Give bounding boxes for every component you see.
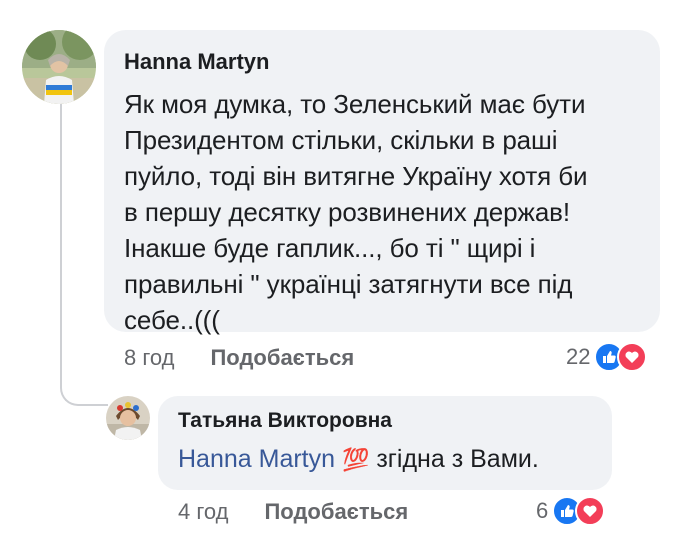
reply-reaction-summary[interactable]: 6 <box>536 494 606 528</box>
comment-text-line: Як моя думка, то Зеленський має бути <box>124 89 586 119</box>
reply-avatar-photo <box>106 396 150 440</box>
comment-text-line: правильні " українці затягнути все під <box>124 269 573 299</box>
reply-author[interactable]: Татьяна Викторовна <box>178 408 592 434</box>
mention-link[interactable]: Hanna Martyn <box>178 445 335 473</box>
comment-text-line: пуйло, тоді він витягне Україну хотя би <box>124 161 588 191</box>
reply-reaction-icons <box>552 496 606 526</box>
reply-bubble: Татьяна Викторовна Hanna Martyn 💯 згідна… <box>158 396 612 490</box>
comment-actions: 8 год Подобається <box>124 342 354 374</box>
reply-timestamp[interactable]: 4 год <box>178 499 228 525</box>
avatar-photo <box>22 30 96 104</box>
reply-text-body: згідна з Вами. <box>369 445 539 473</box>
comment-timestamp[interactable]: 8 год <box>124 345 174 371</box>
reply-avatar[interactable] <box>106 396 150 440</box>
comment-text-line: в першу десятку розвинених держав! <box>124 197 571 227</box>
comment-author[interactable]: Hanna Martyn <box>124 48 640 76</box>
reply-text: Hanna Martyn 💯 згідна з Вами. <box>178 442 592 477</box>
comment-text-line: себе..((( <box>124 305 220 335</box>
reaction-icons <box>594 342 648 372</box>
comment-text-line: Президентом стільки, скільки в раші <box>124 125 558 155</box>
thread-line <box>60 92 108 406</box>
love-icon <box>617 342 648 372</box>
comment-text-line: Інакше буде гаплик..., бо ті " щирі і <box>124 233 536 263</box>
reaction-summary[interactable]: 22 <box>566 340 648 374</box>
reply-like-button[interactable]: Подобається <box>264 499 408 525</box>
comment-bubble: Hanna Martyn Як моя думка, то Зеленський… <box>104 30 660 335</box>
avatar[interactable] <box>22 30 96 104</box>
comment-text: Як моя думка, то Зеленський має бути Пре… <box>124 86 640 338</box>
hundred-points-emoji: 💯 <box>341 447 370 472</box>
love-icon <box>575 496 606 526</box>
like-button[interactable]: Подобається <box>210 345 354 371</box>
reply-reaction-count: 6 <box>536 498 549 523</box>
reaction-count: 22 <box>566 344 591 369</box>
reply-actions: 4 год Подобається <box>178 496 408 528</box>
